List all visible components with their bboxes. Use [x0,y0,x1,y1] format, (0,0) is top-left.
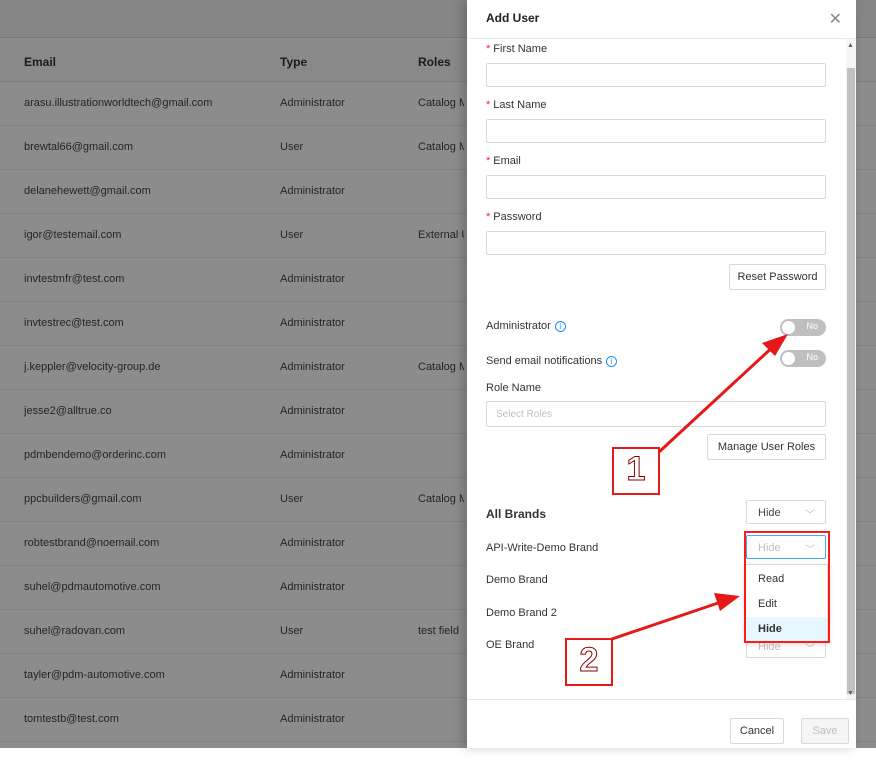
scrollbar-thumb[interactable] [847,68,855,694]
email-label: * Email [486,155,521,167]
cancel-button[interactable]: Cancel [730,718,784,744]
drawer-footer: Cancel Save [467,699,856,748]
info-icon[interactable]: i [554,320,566,332]
page-bottom [0,748,876,764]
required-mark: * [486,99,491,111]
password-label: * Password [486,211,542,223]
first-name-label-text: First Name [493,43,548,55]
close-icon[interactable]: ✕ [829,9,842,29]
brand-label: Demo Brand 2 [486,607,557,619]
toggle-text: No [806,352,818,362]
brand-label: Demo Brand [486,574,548,586]
role-select[interactable]: Select Roles [486,401,826,427]
notifications-label: Send email notifications i [486,355,618,367]
drawer-title: Add User [486,11,540,25]
toggle-text: No [806,321,818,331]
last-name-label: * Last Name [486,99,546,111]
last-name-input[interactable] [486,119,826,143]
scroll-up-icon[interactable]: ▲ [847,42,854,49]
role-placeholder: Select Roles [496,409,553,420]
required-mark: * [486,43,491,55]
callout-2-number: 2 [579,641,599,680]
required-mark: * [486,211,491,223]
reset-password-button[interactable]: Reset Password [729,264,826,290]
email-input[interactable] [486,175,826,199]
password-label-text: Password [493,211,542,223]
highlight-box [744,531,830,643]
callout-1: 1 [612,447,660,495]
administrator-label: Administrator i [486,320,566,332]
first-name-label: * First Name [486,43,547,55]
all-brands-select[interactable]: Hide ﹀ [746,500,826,524]
toggle-knob [782,321,795,334]
all-brands-value: Hide [758,507,781,519]
required-mark: * [486,155,491,167]
notifications-label-text: Send email notifications [486,355,603,367]
manage-user-roles-button[interactable]: Manage User Roles [707,434,826,460]
first-name-input[interactable] [486,63,826,87]
last-name-label-text: Last Name [493,99,547,111]
info-icon[interactable]: i [606,355,618,367]
brand-label: OE Brand [486,639,535,651]
role-name-label: Role Name [486,382,542,394]
brand-label: API-Write-Demo Brand [486,542,599,554]
notifications-toggle[interactable]: No [780,350,826,367]
scroll-down-icon[interactable]: ▼ [847,690,854,697]
administrator-toggle[interactable]: No [780,319,826,336]
email-label-text: Email [493,155,521,167]
drawer-header: Add User ✕ [467,0,856,39]
save-button[interactable]: Save [801,718,849,744]
toggle-knob [782,352,795,365]
callout-2: 2 [565,638,613,686]
password-input[interactable] [486,231,826,255]
administrator-label-text: Administrator [486,320,551,332]
chevron-down-icon: ﹀ [805,510,815,521]
all-brands-label: All Brands [486,507,547,521]
callout-1-number: 1 [626,450,646,489]
